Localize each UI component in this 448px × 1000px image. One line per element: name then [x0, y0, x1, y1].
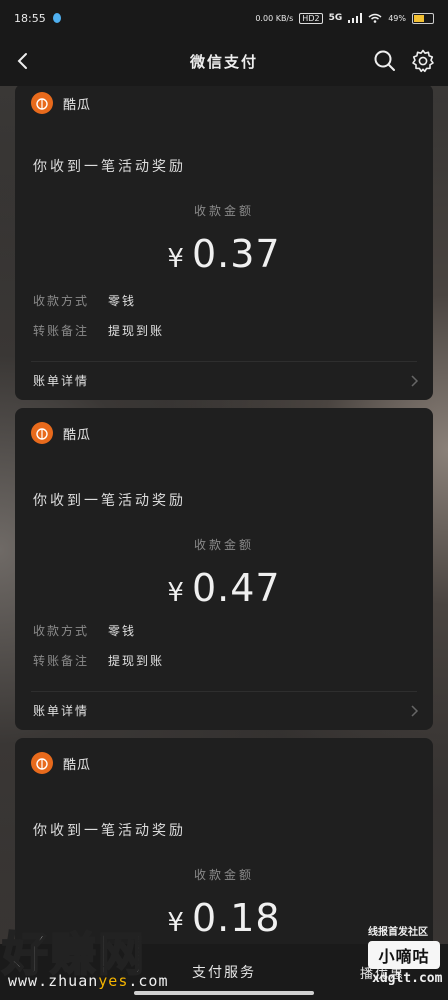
- payment-card[interactable]: 酷瓜 你收到一笔活动奖励 收款金额 ¥ 0.37 收款方式 零钱 转账备注 提现…: [15, 84, 433, 400]
- watermark-url: www.zhuanyes.com: [8, 972, 169, 990]
- bill-detail-link[interactable]: 账单详情: [33, 702, 419, 719]
- wifi-icon: [368, 13, 382, 23]
- payment-services-button[interactable]: 支付服务: [192, 962, 256, 982]
- method-row: 收款方式 零钱: [33, 622, 136, 639]
- amount-label: 收款金额: [193, 204, 254, 218]
- note-label: 转账备注: [33, 324, 90, 338]
- watermark-brand: 小嘀咕: [368, 941, 440, 969]
- kugua-logo-icon: [31, 422, 53, 444]
- watermark-tagline: 线报首发社区: [368, 927, 428, 938]
- note-row: 转账备注 提现到账: [33, 322, 164, 339]
- bill-detail-label: 账单详情: [33, 704, 90, 718]
- amount-value: 0.37: [191, 232, 281, 276]
- card-title: 你收到一笔活动奖励: [33, 159, 186, 175]
- card-title: 你收到一笔活动奖励: [33, 493, 186, 509]
- amount-label: 收款金额: [193, 538, 254, 552]
- method-label: 收款方式: [33, 624, 90, 638]
- amount-value: 0.18: [191, 896, 281, 940]
- chevron-right-icon: [411, 704, 419, 717]
- divider: [31, 361, 417, 362]
- kugua-logo-icon: [31, 752, 53, 774]
- amount-label: 收款金额: [193, 868, 254, 882]
- kugua-logo-icon: [31, 92, 53, 114]
- search-icon[interactable]: [372, 48, 398, 74]
- chevron-right-icon: [411, 374, 419, 387]
- amount-value: 0.47: [191, 566, 281, 610]
- hd-badge: HD2: [299, 12, 323, 24]
- app-name: 酷瓜: [63, 427, 92, 443]
- signal-icon: [348, 13, 363, 23]
- nav-bar: 微信支付: [0, 36, 448, 86]
- app-name: 酷瓜: [63, 97, 92, 113]
- app-name: 酷瓜: [63, 757, 92, 773]
- battery-icon: [412, 12, 434, 24]
- currency-symbol: ¥: [167, 244, 184, 274]
- divider: [31, 691, 417, 692]
- network-type: 5G: [328, 13, 343, 23]
- chevron-left-icon[interactable]: [10, 46, 38, 76]
- watermark-right: 线报首发社区 小嘀咕 xdglt.com: [362, 923, 448, 993]
- home-indicator: [134, 991, 314, 995]
- page-title: 微信支付: [189, 52, 258, 71]
- method-label: 收款方式: [33, 294, 90, 308]
- currency-symbol: ¥: [167, 578, 184, 608]
- gear-icon[interactable]: [410, 48, 436, 74]
- note-value: 提现到账: [108, 654, 165, 668]
- note-label: 转账备注: [33, 654, 90, 668]
- battery-percent: 49%: [388, 13, 406, 23]
- note-value: 提现到账: [108, 324, 165, 338]
- bill-detail-link[interactable]: 账单详情: [33, 372, 419, 389]
- bill-detail-label: 账单详情: [33, 374, 90, 388]
- payment-card[interactable]: 酷瓜 你收到一笔活动奖励 收款金额 ¥ 0.47 收款方式 零钱 转账备注 提现…: [15, 408, 433, 730]
- method-row: 收款方式 零钱: [33, 292, 136, 309]
- method-value: 零钱: [108, 624, 137, 638]
- watermark-left: 好赚网 www.zhuanyes.com: [0, 918, 196, 1000]
- watermark-url-right: xdglt.com: [372, 971, 443, 986]
- net-speed: 0.00 KB/s: [255, 13, 294, 23]
- status-bar: 18:55 0.00 KB/s HD2 5G 49%: [0, 0, 448, 36]
- card-title: 你收到一笔活动奖励: [33, 823, 186, 839]
- qq-icon: [52, 13, 61, 23]
- method-value: 零钱: [108, 294, 137, 308]
- note-row: 转账备注 提现到账: [33, 652, 164, 669]
- status-time: 18:55: [14, 11, 46, 25]
